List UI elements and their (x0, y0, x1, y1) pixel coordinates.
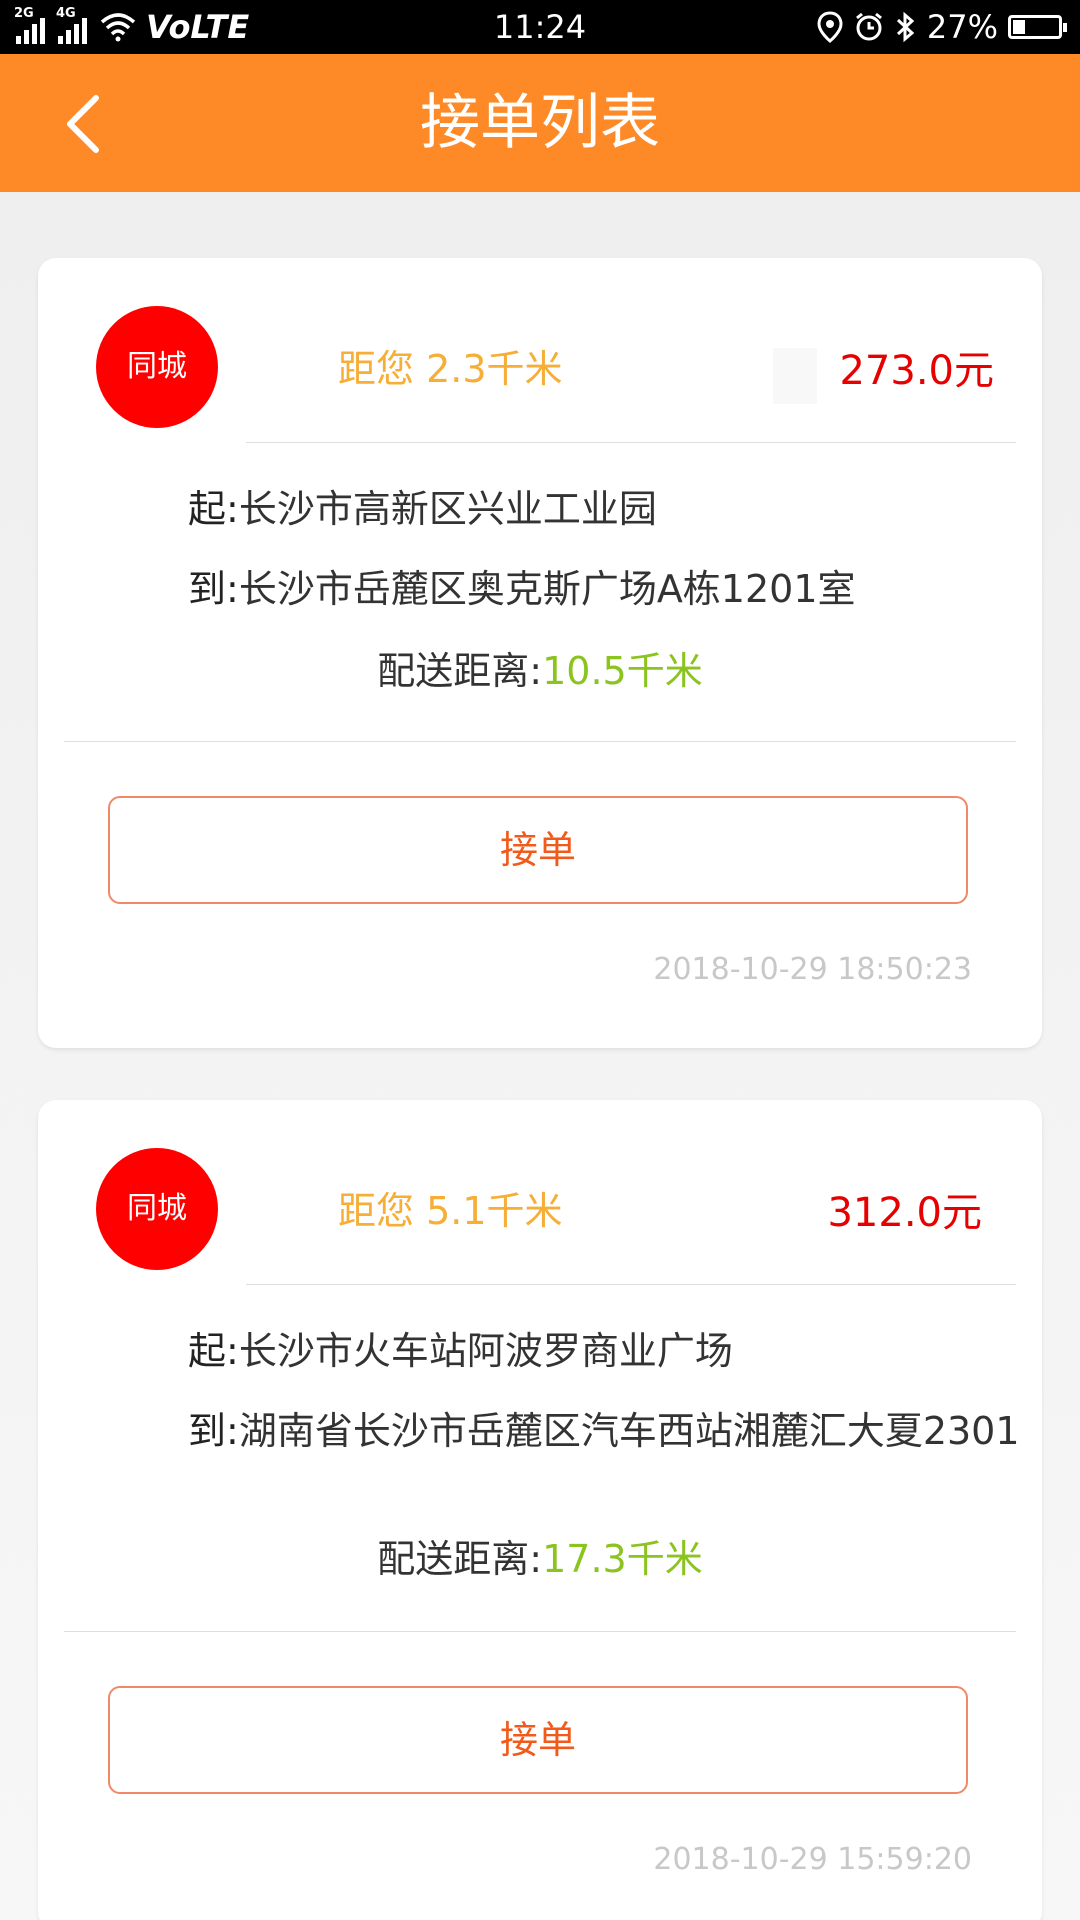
delivery-distance-label: 配送距离: (377, 649, 543, 693)
order-card: 同城 距您 5.1千米 312.0元 起:长沙市火车站阿波罗商业广场 到:湖南省… (38, 1100, 1042, 1920)
divider (246, 1284, 1016, 1285)
delivery-distance-value: 10.5千米 (542, 649, 703, 693)
dropoff-address: 到:湖南省长沙市岳麓区汽车西站湘麓汇大夏2301 (188, 1400, 1020, 1455)
distance-to-you: 距您 2.3千米 (338, 347, 563, 391)
delivery-distance: 配送距离:10.5千米 (38, 640, 1042, 695)
divider (64, 1631, 1016, 1632)
distance-to-you: 距您 5.1千米 (338, 1189, 563, 1233)
pickup-address: 起:长沙市火车站阿波罗商业广场 (188, 1320, 733, 1375)
accept-order-button[interactable]: 接单 (108, 796, 968, 904)
divider (246, 442, 1016, 443)
title-bar: 接单列表 (0, 54, 1080, 192)
accept-order-button[interactable]: 接单 (108, 1686, 968, 1794)
pickup-label: 起: (188, 1329, 239, 1373)
battery-percent: 27% (926, 8, 998, 46)
delivery-distance-label: 配送距离: (377, 1537, 543, 1581)
pickup-value: 长沙市火车站阿波罗商业广场 (238, 1329, 733, 1373)
dropoff-label: 到: (188, 1409, 239, 1453)
order-card: 同城 距您 2.3千米 273.0元 起:长沙市高新区兴业工业园 到:长沙市岳麓… (38, 258, 1042, 1048)
pickup-value: 长沙市高新区兴业工业园 (238, 487, 657, 531)
status-right: 27% (817, 0, 1067, 54)
status-bar: 2G 4G VoLTE 11:24 27% (0, 0, 1080, 54)
order-type-badge: 同城 (96, 1148, 218, 1270)
delivery-distance-value: 17.3千米 (542, 1537, 703, 1581)
alarm-icon (855, 12, 882, 41)
battery-level (1013, 20, 1025, 34)
page-title: 接单列表 (420, 88, 660, 158)
order-type-badge: 同城 (96, 306, 218, 428)
bluetooth-icon (896, 11, 915, 43)
order-price: 312.0元 (827, 1190, 982, 1236)
dropoff-address: 到:长沙市岳麓区奥克斯广场A栋1201室 (188, 558, 856, 613)
placeholder-block (773, 348, 817, 404)
dropoff-value: 长沙市岳麓区奥克斯广场A栋1201室 (238, 567, 856, 611)
pickup-label: 起: (188, 487, 239, 531)
battery-icon (1008, 15, 1067, 39)
order-timestamp: 2018-10-29 15:59:20 (653, 1842, 972, 1877)
dropoff-label: 到: (188, 567, 239, 611)
divider (64, 741, 1016, 742)
dropoff-value: 湖南省长沙市岳麓区汽车西站湘麓汇大夏2301 (238, 1409, 1020, 1453)
order-timestamp: 2018-10-29 18:50:23 (653, 952, 972, 987)
order-price: 273.0元 (839, 348, 994, 394)
location-icon (817, 11, 843, 43)
delivery-distance: 配送距离:17.3千米 (38, 1528, 1042, 1583)
pickup-address: 起:长沙市高新区兴业工业园 (188, 478, 657, 533)
